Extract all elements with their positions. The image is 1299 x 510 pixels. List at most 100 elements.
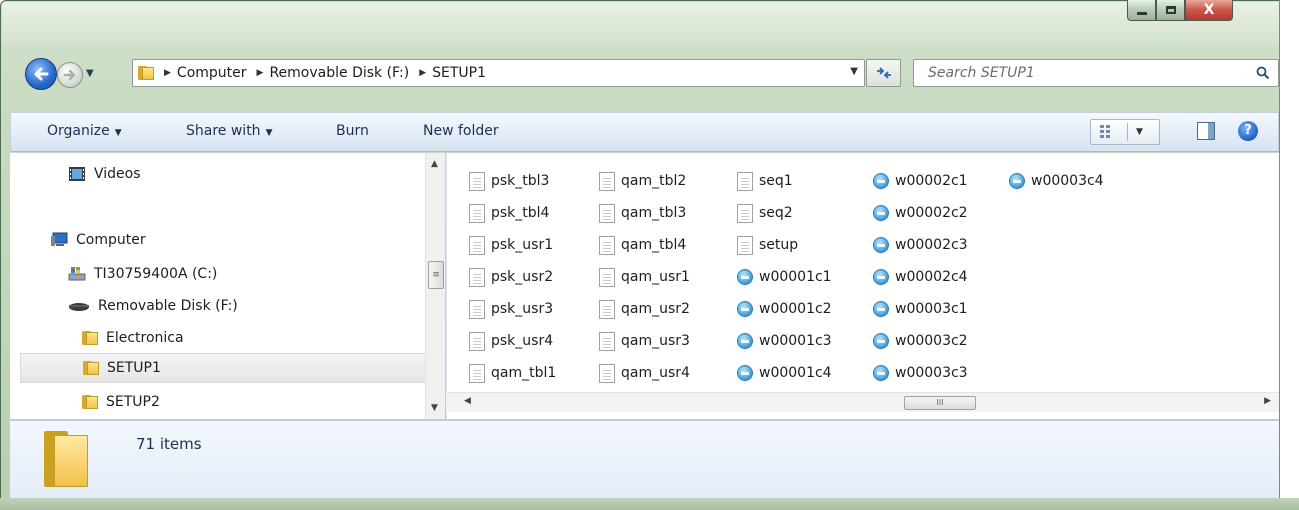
tree-item-label: Computer: [76, 232, 146, 248]
window-bottom-border: [0, 498, 1299, 510]
file-item[interactable]: w00001c2: [737, 295, 832, 323]
scrollbar-thumb[interactable]: III: [904, 396, 976, 410]
file-item[interactable]: qam_tbl2: [599, 167, 686, 195]
file-name: psk_usr4: [491, 333, 554, 349]
file-item[interactable]: setup: [737, 231, 798, 259]
file-item[interactable]: qam_usr4: [599, 359, 690, 387]
file-item[interactable]: psk_usr2: [469, 263, 553, 291]
file-name: qam_usr1: [621, 269, 690, 285]
share-with-label: Share with: [186, 123, 261, 139]
address-history-dropdown-icon[interactable]: ▼: [850, 66, 858, 77]
tree-item-computer[interactable]: Computer: [50, 225, 146, 255]
file-item[interactable]: qam_usr1: [599, 263, 690, 291]
scroll-up-arrow-icon[interactable]: ▲: [431, 159, 438, 169]
tree-item-electronica[interactable]: Electronica: [82, 323, 184, 353]
file-item[interactable]: w00002c4: [873, 263, 968, 291]
file-item[interactable]: w00003c2: [873, 327, 968, 355]
change-view-button[interactable]: ▼: [1090, 119, 1160, 145]
file-name: w00002c4: [895, 269, 968, 285]
file-item[interactable]: qam_usr3: [599, 327, 690, 355]
file-item[interactable]: qam_tbl1: [469, 359, 556, 387]
file-item[interactable]: w00003c1: [873, 295, 968, 323]
tree-item-label: TI30759400A (C:): [94, 266, 218, 282]
removable-disk-icon: [69, 303, 89, 311]
breadcrumb-setup1[interactable]: SETUP1: [432, 65, 486, 81]
title-bar[interactable]: [2, 2, 1297, 46]
file-item[interactable]: psk_usr4: [469, 327, 553, 355]
navigation-pane: Videos Computer TI30759400A (C:) Removab…: [10, 153, 435, 419]
search-box[interactable]: [913, 59, 1279, 87]
file-item[interactable]: qam_tbl4: [599, 231, 686, 259]
file-name: w00001c2: [759, 301, 832, 317]
file-list[interactable]: psk_tbl3 psk_tbl4 psk_usr1 psk_usr2 psk_usr3…: [446, 153, 1279, 419]
forward-button[interactable]: [57, 62, 83, 88]
document-icon: [469, 203, 485, 223]
file-name: w00003c3: [895, 365, 968, 381]
tree-item-c-drive[interactable]: TI30759400A (C:): [68, 259, 217, 289]
navigation-pane-scrollbar[interactable]: ▲ ≡ ▼: [425, 153, 445, 419]
breadcrumb-removable-disk[interactable]: Removable Disk (F:): [269, 65, 409, 81]
scroll-down-arrow-icon[interactable]: ▼: [431, 403, 438, 413]
recent-pages-dropdown[interactable]: ▼: [86, 68, 94, 79]
tree-item-setup2[interactable]: SETUP2: [82, 387, 160, 417]
file-item[interactable]: w00002c3: [873, 231, 968, 259]
application-icon: [737, 333, 753, 349]
new-folder-button[interactable]: New folder: [423, 123, 499, 139]
application-icon: [873, 301, 889, 317]
folder-icon: [44, 431, 88, 487]
file-item[interactable]: w00002c2: [873, 199, 968, 227]
file-item[interactable]: psk_tbl3: [469, 167, 549, 195]
file-item[interactable]: w00003c3: [873, 359, 968, 387]
computer-icon: [51, 232, 68, 246]
tree-item-removable-disk[interactable]: Removable Disk (F:): [68, 291, 238, 321]
search-icon[interactable]: [1256, 66, 1270, 80]
breadcrumb-separator-icon[interactable]: ▶: [164, 68, 171, 78]
view-options-dropdown-icon[interactable]: ▼: [1136, 127, 1143, 137]
share-with-button[interactable]: Share with ▼: [186, 123, 272, 139]
folder-icon: [83, 361, 99, 375]
breadcrumb-computer[interactable]: Computer: [177, 65, 247, 81]
burn-button[interactable]: Burn: [336, 123, 369, 139]
file-item[interactable]: w00003c4: [1009, 167, 1104, 195]
file-item[interactable]: seq2: [737, 199, 793, 227]
file-list-horizontal-scrollbar[interactable]: ◀ III ▶: [446, 392, 1279, 412]
file-item[interactable]: w00002c1: [873, 167, 968, 195]
tree-item-label: Removable Disk (F:): [98, 298, 238, 314]
file-item[interactable]: w00001c3: [737, 327, 832, 355]
breadcrumb-separator-icon[interactable]: ▶: [257, 68, 264, 78]
file-item[interactable]: psk_usr3: [469, 295, 553, 323]
file-name: psk_usr3: [491, 301, 554, 317]
scroll-right-arrow-icon[interactable]: ▶: [1264, 396, 1271, 406]
file-item[interactable]: w00001c1: [737, 263, 832, 291]
back-button[interactable]: [25, 58, 57, 90]
help-button[interactable]: ?: [1238, 121, 1258, 141]
file-item[interactable]: psk_usr1: [469, 231, 553, 259]
document-icon: [469, 171, 485, 191]
file-item[interactable]: qam_usr2: [599, 295, 690, 323]
address-bar[interactable]: ▶ Computer ▶ Removable Disk (F:) ▶ SETUP…: [132, 59, 865, 87]
file-name: qam_tbl1: [491, 365, 557, 381]
document-icon: [469, 267, 485, 287]
maximize-button[interactable]: [1156, 0, 1185, 21]
minimize-button[interactable]: [1127, 0, 1156, 21]
file-name: qam_usr4: [621, 365, 690, 381]
tree-item-setup1[interactable]: SETUP1: [20, 353, 435, 383]
breadcrumb-separator-icon[interactable]: ▶: [419, 68, 426, 78]
file-name: w00001c1: [759, 269, 832, 285]
document-icon: [599, 331, 615, 351]
organize-button[interactable]: Organize ▼: [47, 123, 122, 139]
file-name: w00003c1: [895, 301, 968, 317]
file-name: seq1: [759, 173, 793, 189]
file-item[interactable]: psk_tbl4: [469, 199, 549, 227]
preview-pane-button[interactable]: [1197, 122, 1215, 140]
scroll-left-arrow-icon[interactable]: ◀: [464, 396, 471, 406]
refresh-button[interactable]: [866, 59, 901, 87]
file-item[interactable]: w00001c4: [737, 359, 832, 387]
scrollbar-thumb[interactable]: ≡: [428, 261, 444, 289]
file-name: w00002c2: [895, 205, 968, 221]
search-input[interactable]: [928, 65, 1248, 81]
tree-item-videos[interactable]: Videos: [68, 159, 141, 189]
file-item[interactable]: seq1: [737, 167, 793, 195]
close-button[interactable]: X: [1185, 0, 1233, 21]
file-item[interactable]: qam_tbl3: [599, 199, 686, 227]
